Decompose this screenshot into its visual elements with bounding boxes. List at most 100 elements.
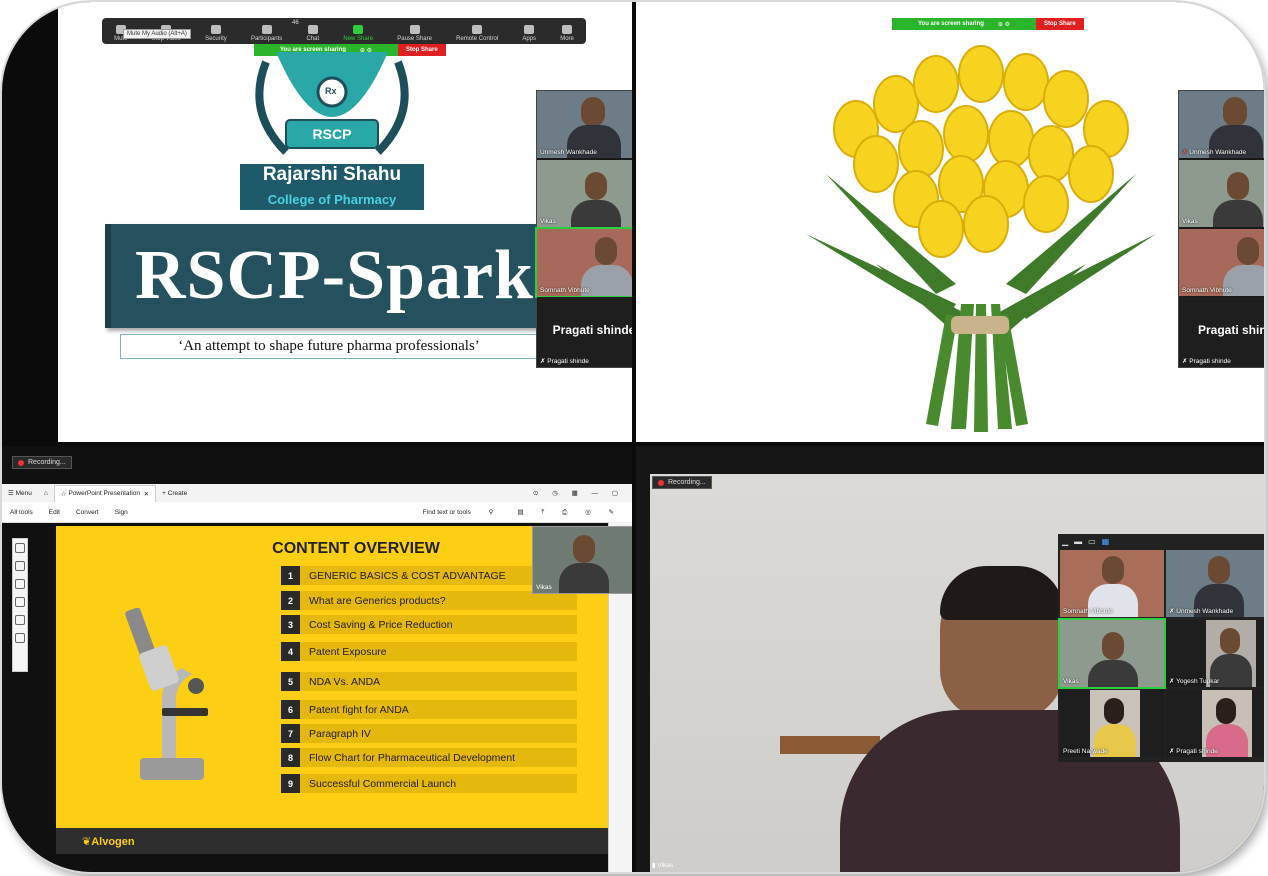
participant-name: Unmesh Wankhade bbox=[1189, 149, 1247, 156]
participant-name: Vikas bbox=[1182, 218, 1198, 225]
participants-icon bbox=[261, 25, 272, 34]
recording-text: Recording... bbox=[28, 459, 66, 466]
menu-sign[interactable]: Sign bbox=[107, 509, 136, 516]
toc-item: 3 Cost Saving & Price Reduction bbox=[281, 615, 577, 634]
toc-text: Flow Chart for Pharmaceutical Developmen… bbox=[309, 751, 516, 764]
name-only-tile[interactable]: Pragati shinde ✗ Pragati shinde bbox=[537, 297, 632, 367]
gallery-view-icon[interactable]: ▦ bbox=[1102, 537, 1110, 546]
share-screen-icon bbox=[353, 25, 364, 34]
wall-shelf bbox=[780, 736, 880, 754]
text-tool-icon[interactable] bbox=[15, 615, 25, 625]
video-tile[interactable]: Vikas bbox=[1179, 160, 1264, 227]
gallery-tile-active[interactable]: Vikas bbox=[1058, 618, 1166, 689]
stop-share-label: Stop Share bbox=[1044, 21, 1076, 27]
menu-button[interactable]: ☰ Menu bbox=[2, 485, 38, 501]
draw-tool-icon[interactable] bbox=[15, 579, 25, 589]
person-head bbox=[1102, 632, 1124, 660]
zoom-share-acrobat: Recording... ☰ Menu ⌂ ☆ PowerPoint Prese… bbox=[2, 446, 632, 872]
main-video-name: Vikas bbox=[657, 862, 674, 869]
person-head bbox=[1104, 698, 1124, 724]
screen-share-bar: You are screen sharing ⊙ ⚙ Stop Share bbox=[892, 18, 1084, 30]
person-head bbox=[573, 535, 595, 563]
window-controls[interactable]: ⊙ ◷ ▦ — ▢ bbox=[533, 489, 632, 497]
gallery-tile[interactable]: Somnath Vibhute bbox=[1060, 550, 1164, 617]
select-tool-icon[interactable] bbox=[15, 543, 25, 553]
video-tile[interactable]: Unmesh Wankhade bbox=[537, 91, 632, 158]
menu-convert[interactable]: Convert bbox=[68, 509, 107, 516]
toc-number: 2 bbox=[281, 591, 300, 610]
gallery-tile[interactable]: Preeti Narwade bbox=[1060, 690, 1164, 757]
search-icon: ⚲ bbox=[488, 509, 494, 516]
recording-indicator[interactable]: Recording... bbox=[12, 456, 72, 469]
rscp-logo: Rx RSCP Rajarshi Shahu College of Pharma… bbox=[236, 42, 428, 212]
menu-edit[interactable]: Edit bbox=[41, 509, 68, 516]
participant-name: Unmesh Wankhade bbox=[540, 149, 597, 156]
person-body bbox=[571, 200, 621, 227]
gallery-tile-name: Yogesh Tupkar bbox=[1176, 678, 1220, 685]
gallery-tile-name: Unmesh Wankhade bbox=[1176, 608, 1234, 615]
pause-icon bbox=[409, 25, 420, 34]
more-button[interactable]: More bbox=[560, 25, 574, 44]
find-tools[interactable]: Find text or tools ⚲ bbox=[407, 508, 510, 516]
document-tab[interactable]: ☆ PowerPoint Presentation ✕ bbox=[53, 484, 157, 502]
shape-tool-icon[interactable] bbox=[15, 597, 25, 607]
record-dot-icon bbox=[658, 479, 664, 486]
toc-item: 5 NDA Vs. ANDA bbox=[281, 672, 577, 691]
gallery-tile-label: ✗ Pragati shinde bbox=[1169, 747, 1218, 755]
toc-text: Cost Saving & Price Reduction bbox=[309, 618, 453, 631]
content-overview-slide: CONTENT OVERVIEW 1 GENERIC BASICS & COST … bbox=[56, 526, 608, 828]
sharing-status: You are screen sharing ⊙ ⚙ bbox=[892, 18, 1036, 30]
person-head bbox=[585, 172, 607, 200]
more-label: More bbox=[560, 36, 574, 42]
logo-name-line2: College of Pharmacy bbox=[267, 192, 397, 207]
floating-video-thumbnail[interactable]: Vikas bbox=[532, 526, 632, 594]
speaker-label: ✗ Pragati shinde bbox=[540, 357, 589, 365]
remote-control-label: Remote Control bbox=[456, 36, 499, 42]
tagline-text: ‘An attempt to shape future pharma profe… bbox=[178, 338, 480, 354]
menu-all-tools[interactable]: All tools bbox=[2, 509, 41, 516]
remote-control-button[interactable]: Remote Control bbox=[456, 25, 498, 44]
toc-number: 6 bbox=[281, 700, 300, 719]
toc-number: 7 bbox=[281, 724, 300, 743]
stop-share-button[interactable]: Stop Share bbox=[1036, 18, 1084, 30]
security-button[interactable]: Security bbox=[205, 25, 227, 44]
recording-indicator[interactable]: Recording... bbox=[652, 476, 712, 489]
strip-view-icon[interactable]: ▬ bbox=[1074, 537, 1082, 546]
apps-button[interactable]: Apps bbox=[522, 25, 536, 44]
speaker-label-text: Pragati shinde bbox=[1189, 358, 1231, 365]
acrobat-left-toolbar bbox=[12, 538, 28, 672]
home-icon[interactable]: ⌂ bbox=[38, 485, 54, 501]
logo-abbr: RSCP bbox=[312, 126, 352, 142]
remote-control-icon bbox=[472, 25, 483, 34]
participant-name: Somnath Vibhute bbox=[1182, 287, 1232, 294]
name-only-tile[interactable]: Pragati shind ✗ Pragati shinde bbox=[1179, 297, 1264, 367]
gallery-controls: ▁ ▬ ▭ ▦ bbox=[1058, 534, 1264, 548]
speaker-big-name: Pragati shinde bbox=[552, 323, 632, 337]
video-tile[interactable]: Somnath Vibhute bbox=[1179, 229, 1264, 296]
gallery-tile[interactable]: ✗ Unmesh Wankhade bbox=[1166, 550, 1264, 617]
gallery-tile-name: Pragati shinde bbox=[1176, 748, 1218, 755]
shield-icon bbox=[210, 25, 221, 34]
menu-label: Menu bbox=[15, 489, 32, 497]
toolbar-icons[interactable]: ▤ ⤒ ⎙ ◎ ✎ bbox=[509, 508, 632, 517]
minimize-icon[interactable]: ▁ bbox=[1062, 537, 1068, 546]
chat-icon bbox=[307, 25, 318, 34]
speaker-view-icon[interactable]: ▭ bbox=[1088, 537, 1096, 546]
stamp-tool-icon[interactable] bbox=[15, 633, 25, 643]
security-label: Security bbox=[205, 36, 227, 42]
collage-frame: Mute Stop Video Security Participants Ch… bbox=[2, 2, 1264, 872]
toc-number: 3 bbox=[281, 615, 300, 634]
zoom-gallery-view: Recording... ▮ Vikas ▁ ▬ ▭ ▦ Somnath Vib… bbox=[636, 446, 1264, 872]
gallery-tile[interactable]: ✗ Pragati shinde bbox=[1166, 690, 1264, 757]
thumbnail-name: Vikas bbox=[536, 584, 552, 591]
create-button[interactable]: + Create bbox=[156, 485, 193, 501]
video-tile-active[interactable]: Somnath Vibhute bbox=[535, 227, 632, 298]
comment-tool-icon[interactable] bbox=[15, 561, 25, 571]
alvogen-logo: ❦Alvogen bbox=[82, 835, 135, 848]
gallery-tile[interactable]: ✗ Yogesh Tupkar bbox=[1166, 620, 1264, 687]
recording-text: Recording... bbox=[668, 479, 706, 486]
video-tile[interactable]: ✗ Unmesh Wankhade bbox=[1179, 91, 1264, 158]
toc-item: 7 Paragraph IV bbox=[281, 724, 577, 743]
sharing-controls-icon[interactable]: ⊙ ⚙ bbox=[998, 21, 1010, 28]
video-tile[interactable]: Vikas bbox=[537, 160, 632, 227]
